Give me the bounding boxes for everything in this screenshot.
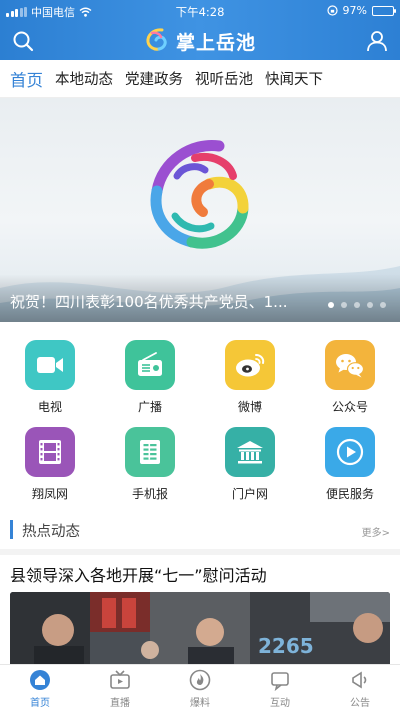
tile-portal bbox=[225, 427, 275, 477]
hot-news-header: 热点动态 更多> bbox=[10, 519, 390, 541]
carousel-dot[interactable] bbox=[341, 302, 347, 308]
nav-label: 直播 bbox=[110, 698, 130, 709]
tile-xiangfeng bbox=[25, 427, 75, 477]
battery-icon bbox=[372, 5, 396, 16]
service-weibo[interactable]: 微博 bbox=[200, 340, 300, 415]
app-title-text: 掌上岳池 bbox=[175, 31, 256, 54]
nav-label: 公告 bbox=[350, 698, 370, 709]
service-label: 电视 bbox=[37, 400, 62, 414]
service-label: 门户网 bbox=[231, 487, 268, 501]
yuechi-logo bbox=[150, 139, 249, 249]
tile-wechat bbox=[325, 340, 375, 390]
hot-news-title: 热点动态 bbox=[22, 524, 80, 540]
film-icon bbox=[39, 440, 61, 464]
channel-tabs: 首页 本地动态 党建政务 视听岳池 快闻天下 bbox=[0, 60, 400, 98]
app-title: 掌上岳池 bbox=[0, 27, 400, 55]
video-camera-icon bbox=[37, 357, 63, 373]
service-mobile-paper[interactable]: 手机报 bbox=[100, 427, 200, 502]
tab-local-news[interactable]: 本地动态 bbox=[55, 68, 113, 89]
service-label: 公众号 bbox=[331, 400, 368, 414]
carousel-dot[interactable] bbox=[367, 302, 373, 308]
battery-percent: 97% bbox=[342, 4, 367, 17]
tile-radio bbox=[125, 340, 175, 390]
app-bar: 掌上岳池 bbox=[0, 22, 400, 60]
service-tv[interactable]: 电视 bbox=[0, 340, 100, 415]
bottom-nav: 首页 直播 爆料 互动 公告 bbox=[0, 664, 400, 711]
status-bar: 中国电信 下午4:28 97% bbox=[0, 0, 400, 22]
section-accent-bar bbox=[10, 520, 13, 539]
service-public-services[interactable]: 便民服务 bbox=[300, 427, 400, 502]
service-label: 翔凤网 bbox=[31, 487, 68, 501]
service-xiangfeng[interactable]: 翔凤网 bbox=[0, 427, 100, 502]
carousel-indicator bbox=[328, 302, 386, 308]
chat-icon bbox=[269, 669, 291, 691]
more-link[interactable]: 更多> bbox=[362, 524, 390, 539]
nav-report[interactable]: 爆料 bbox=[160, 665, 240, 711]
user-icon bbox=[367, 31, 387, 52]
flame-icon bbox=[189, 669, 211, 691]
news-headline[interactable]: 县领导深入各地开展“七一”慰问活动 bbox=[10, 562, 267, 586]
tab-audio-video[interactable]: 视听岳池 bbox=[195, 68, 253, 89]
carousel-dot[interactable] bbox=[354, 302, 360, 308]
tile-tv bbox=[25, 340, 75, 390]
nav-label: 爆料 bbox=[190, 698, 210, 709]
weibo-icon bbox=[236, 354, 265, 377]
service-portal[interactable]: 门户网 bbox=[200, 427, 300, 502]
orientation-lock-icon bbox=[326, 5, 338, 16]
banner-carousel[interactable]: 祝贺！四川表彰100名优秀共产党员、1... bbox=[0, 98, 400, 322]
tile-public-services bbox=[325, 427, 375, 477]
nav-interact[interactable]: 互动 bbox=[240, 665, 320, 711]
nav-label: 互动 bbox=[270, 698, 290, 709]
notice-icon bbox=[349, 669, 371, 691]
home-icon bbox=[29, 669, 51, 691]
service-label: 手机报 bbox=[131, 487, 168, 501]
nav-live[interactable]: 直播 bbox=[80, 665, 160, 711]
service-label: 广播 bbox=[137, 400, 162, 414]
top-bar: 中国电信 下午4:28 97% 掌上岳池 bbox=[0, 0, 400, 60]
nav-label: 首页 bbox=[30, 698, 50, 709]
tv-icon bbox=[109, 669, 131, 691]
service-label: 便民服务 bbox=[325, 487, 374, 501]
nav-home[interactable]: 首页 bbox=[0, 665, 80, 711]
service-official-account[interactable]: 公众号 bbox=[300, 340, 400, 415]
building-icon bbox=[237, 441, 263, 464]
service-grid: 电视 广播 微博 公众号 翔凤网 手机报 门户网 便民服务 bbox=[0, 340, 400, 502]
section-divider bbox=[0, 549, 400, 555]
carousel-dot[interactable] bbox=[328, 302, 334, 308]
play-icon bbox=[336, 438, 364, 466]
tab-party-affairs[interactable]: 党建政务 bbox=[125, 68, 183, 89]
banner-caption[interactable]: 祝贺！四川表彰100名优秀共产党员、1... bbox=[10, 291, 310, 312]
svg-text:2265: 2265 bbox=[258, 634, 314, 658]
nav-notice[interactable]: 公告 bbox=[320, 665, 400, 711]
tile-mobile-paper bbox=[125, 427, 175, 477]
profile-button[interactable] bbox=[364, 28, 390, 54]
newspaper-icon bbox=[140, 440, 160, 464]
service-label: 微博 bbox=[237, 400, 262, 414]
tab-world-news[interactable]: 快闻天下 bbox=[265, 68, 323, 89]
tab-home[interactable]: 首页 bbox=[10, 67, 43, 91]
app-logo-icon bbox=[146, 28, 167, 51]
service-radio[interactable]: 广播 bbox=[100, 340, 200, 415]
radio-icon bbox=[138, 352, 162, 376]
wechat-icon bbox=[336, 354, 365, 378]
carousel-dot[interactable] bbox=[380, 302, 386, 308]
tile-weibo bbox=[225, 340, 275, 390]
